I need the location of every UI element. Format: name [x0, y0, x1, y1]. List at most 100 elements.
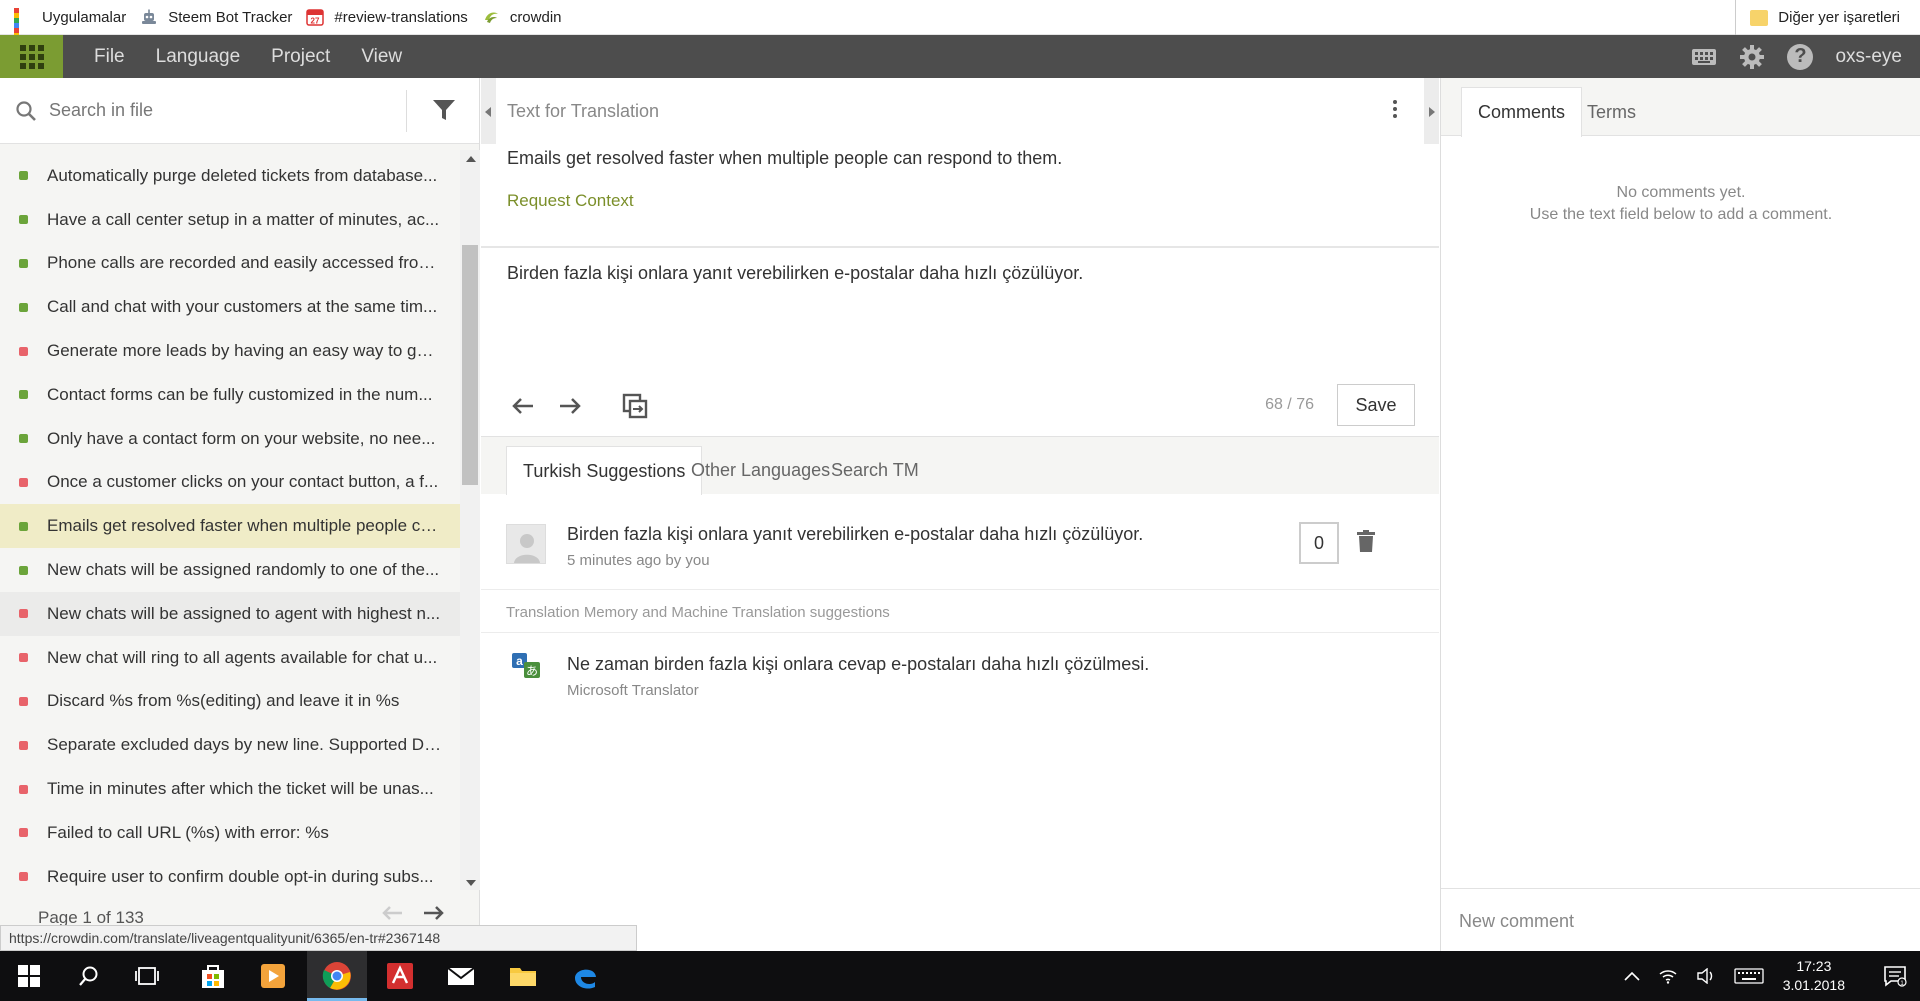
- search-input[interactable]: [49, 100, 389, 121]
- scroll-up-icon[interactable]: [466, 156, 476, 162]
- gear-icon[interactable]: [1739, 44, 1765, 70]
- scroll-down-icon[interactable]: [466, 880, 476, 886]
- untranslated-status-icon: [19, 828, 28, 838]
- string-source-text: Require user to confirm double opt-in du…: [47, 866, 434, 886]
- string-list-item[interactable]: Have a call center setup in a matter of …: [0, 198, 460, 242]
- clock-time: 17:23: [1796, 958, 1832, 974]
- strings-panel: Automatically purge deleted tickets from…: [0, 78, 480, 951]
- source-text: Emails get resolved faster when multiple…: [507, 148, 1063, 168]
- translated-status-icon: [19, 171, 28, 181]
- machine-translation-source: Microsoft Translator: [567, 682, 699, 699]
- string-list-item[interactable]: Failed to call URL (%s) with error: %s: [0, 811, 460, 855]
- prev-string-icon[interactable]: [509, 392, 537, 420]
- translate-icon: aあ: [512, 653, 540, 678]
- svg-text:a: a: [516, 654, 523, 668]
- string-list-item[interactable]: Require user to confirm double opt-in du…: [0, 855, 460, 899]
- collapse-right-button[interactable]: [1424, 78, 1439, 144]
- string-list-item[interactable]: Once a customer clicks on your contact b…: [0, 461, 460, 505]
- string-list-item[interactable]: Time in minutes after which the ticket w…: [0, 767, 460, 811]
- machine-translation-text[interactable]: Ne zaman birden fazla kişi onlara cevap …: [567, 654, 1149, 675]
- prev-page-icon[interactable]: [380, 904, 404, 922]
- scrollbar-thumb[interactable]: [462, 245, 478, 485]
- wifi-icon[interactable]: [1658, 968, 1678, 984]
- divider: [481, 632, 1439, 633]
- next-page-icon[interactable]: [422, 904, 446, 922]
- other-bookmarks[interactable]: Diğer yer işaretleri: [1735, 0, 1900, 35]
- user-name[interactable]: oxs-eye: [1835, 46, 1902, 68]
- suggestions-tabs: Turkish Suggestions Other Languages Sear…: [481, 436, 1439, 495]
- media-player-icon[interactable]: [256, 959, 290, 993]
- app-grid-button[interactable]: [0, 35, 63, 78]
- save-button[interactable]: Save: [1337, 384, 1415, 426]
- vote-count[interactable]: 0: [1299, 522, 1339, 564]
- string-source-text: Separate excluded days by new line. Supp…: [47, 735, 442, 755]
- untranslated-status-icon: [19, 609, 28, 619]
- string-list-item[interactable]: Call and chat with your customers at the…: [0, 285, 460, 329]
- search-icon[interactable]: [72, 959, 106, 993]
- tab-terms[interactable]: Terms: [1571, 87, 1652, 137]
- keyboard-icon[interactable]: [1691, 48, 1717, 66]
- help-icon[interactable]: ?: [1787, 43, 1814, 70]
- string-list-item[interactable]: Phone calls are recorded and easily acce…: [0, 242, 460, 286]
- menu-view[interactable]: View: [361, 46, 402, 68]
- string-source-text: Call and chat with your customers at the…: [47, 297, 438, 317]
- trash-icon[interactable]: [1357, 530, 1375, 552]
- bookmark-review-translations[interactable]: 27 #review-translations: [306, 0, 468, 35]
- file-explorer-icon[interactable]: [506, 959, 540, 993]
- mail-icon[interactable]: [444, 959, 478, 993]
- string-list-item[interactable]: New chats will be assigned to agent with…: [0, 591, 460, 636]
- search-icon: [16, 100, 36, 121]
- translation-textarea[interactable]: Birden fazla kişi onlara yanıt verebilir…: [507, 263, 1407, 353]
- pdf-reader-icon[interactable]: [383, 959, 417, 993]
- string-list-item[interactable]: Contact forms can be fully customized in…: [0, 373, 460, 417]
- tab-comments[interactable]: Comments: [1461, 87, 1583, 137]
- copy-source-icon[interactable]: [621, 392, 649, 420]
- menu-file[interactable]: File: [94, 46, 125, 68]
- string-list-item[interactable]: Discard %s from %s(editing) and leave it…: [0, 680, 460, 724]
- comments-tabs: Comments Terms: [1441, 78, 1920, 137]
- translated-status-icon: [19, 258, 28, 268]
- avatar: [506, 524, 546, 564]
- string-list-item[interactable]: Separate excluded days by new line. Supp…: [0, 723, 460, 767]
- editor-panel: Text for Translation Emails get resolved…: [481, 78, 1439, 951]
- translated-status-icon: [19, 434, 28, 444]
- system-clock[interactable]: 17:23 3.01.2018: [1783, 957, 1845, 995]
- string-list-item[interactable]: New chats will be assigned randomly to o…: [0, 548, 460, 592]
- string-list-item[interactable]: Generate more leads by having an easy wa…: [0, 329, 460, 373]
- task-view-icon[interactable]: [130, 959, 164, 993]
- list-scrollbar[interactable]: [460, 150, 480, 890]
- keyboard-layout-icon[interactable]: [1734, 968, 1764, 984]
- string-list-item[interactable]: Automatically purge deleted tickets from…: [0, 154, 460, 198]
- windows-start-icon[interactable]: [12, 959, 46, 993]
- editor-header: Text for Translation: [481, 78, 1439, 144]
- bookmark-steem-bot-tracker[interactable]: Steem Bot Tracker: [140, 0, 292, 35]
- string-source-text: Only have a contact form on your website…: [47, 428, 436, 448]
- suggestion-text: Birden fazla kişi onlara yanıt verebilir…: [567, 524, 1144, 544]
- string-list-item[interactable]: New chat will ring to all agents availab…: [0, 636, 460, 680]
- string-list-item[interactable]: Only have a contact form on your website…: [0, 417, 460, 461]
- suggestion-item[interactable]: Birden fazla kişi onlara yanıt verebilir…: [481, 494, 1439, 590]
- menu-language[interactable]: Language: [156, 46, 241, 68]
- bookmark-crowdin[interactable]: crowdin: [482, 0, 562, 35]
- new-comment-box: [1441, 888, 1920, 951]
- notification-center-icon[interactable]: 1: [1878, 959, 1912, 993]
- store-icon[interactable]: [196, 959, 230, 993]
- clock-date: 3.01.2018: [1782, 977, 1845, 993]
- chevron-up-icon[interactable]: [1624, 971, 1640, 981]
- new-comment-input[interactable]: [1459, 911, 1899, 932]
- string-list-item[interactable]: Emails get resolved faster when multiple…: [0, 504, 460, 549]
- volume-icon[interactable]: [1696, 968, 1716, 984]
- tab-turkish-suggestions[interactable]: Turkish Suggestions: [506, 446, 703, 495]
- filter-icon[interactable]: [432, 98, 456, 122]
- menu-project[interactable]: Project: [271, 46, 330, 68]
- collapse-left-button[interactable]: [481, 78, 496, 144]
- chrome-icon[interactable]: [320, 959, 354, 993]
- next-string-icon[interactable]: [556, 392, 584, 420]
- more-options-icon[interactable]: [1393, 100, 1397, 118]
- request-context-link[interactable]: Request Context: [507, 191, 634, 211]
- editor-toolbar: 68 / 76 Save: [481, 374, 1439, 436]
- bookmark-apps[interactable]: Uygulamalar: [14, 0, 126, 53]
- edge-icon[interactable]: [568, 959, 602, 993]
- tab-search-tm[interactable]: Search TM: [815, 446, 935, 495]
- translated-status-icon: [19, 565, 28, 575]
